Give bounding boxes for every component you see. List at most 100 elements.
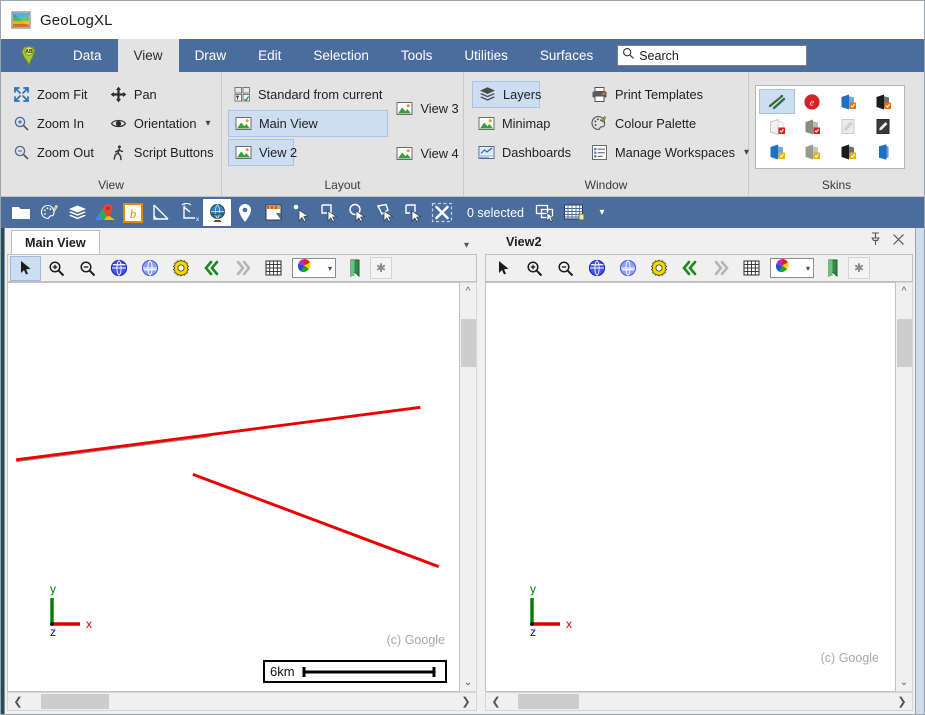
arrow-select-icon[interactable]	[10, 255, 41, 281]
chevron-down-icon[interactable]: ▾	[806, 264, 810, 273]
zoom-out-button[interactable]: Zoom Out	[7, 139, 100, 166]
zoom-out-icon[interactable]	[72, 256, 103, 281]
double-chevron-right-icon[interactable]	[705, 256, 736, 281]
scroll-right-arrow-icon[interactable]: ❯	[892, 695, 912, 708]
layers-button[interactable]: Layers	[472, 81, 541, 108]
tab-selection[interactable]: Selection	[297, 39, 385, 72]
skin-dark-doc-icon[interactable]	[866, 114, 902, 139]
view4-button[interactable]: View 4	[390, 140, 464, 167]
standard-from-current-button[interactable]: Standard from current	[228, 81, 388, 108]
vscroll-track[interactable]	[460, 300, 477, 674]
pane-tab-view2[interactable]: View2	[493, 230, 554, 254]
hscroll-track[interactable]	[506, 693, 892, 710]
clear-selection-icon[interactable]	[427, 199, 457, 226]
grid-icon[interactable]	[258, 256, 289, 281]
legend-icon[interactable]	[259, 199, 287, 226]
hscroll-track[interactable]	[28, 693, 456, 710]
select-rectangle-icon[interactable]	[315, 199, 343, 226]
tab-surfaces[interactable]: Surfaces	[524, 39, 609, 72]
skin-black-yellow-icon[interactable]	[830, 140, 866, 165]
gear-icon[interactable]	[165, 256, 196, 281]
hscroll-thumb[interactable]	[40, 694, 110, 709]
skin-grey-yellow-icon[interactable]	[795, 140, 831, 165]
tab-data[interactable]: Data	[57, 39, 118, 72]
view3-button[interactable]: View 3	[390, 95, 464, 122]
zoom-fit-button[interactable]: Zoom Fit	[7, 81, 100, 108]
select-circle-icon[interactable]	[343, 199, 371, 226]
asterisk-icon[interactable]: ✱	[848, 257, 870, 279]
chevron-down-icon[interactable]: ▾	[206, 118, 211, 129]
zoom-in-icon[interactable]	[41, 256, 72, 281]
double-chevron-right-icon[interactable]	[227, 256, 258, 281]
zoom-out-icon[interactable]	[550, 256, 581, 281]
zoom-in-icon[interactable]	[519, 256, 550, 281]
double-chevron-left-icon[interactable]	[196, 256, 227, 281]
minimap-button[interactable]: Minimap	[472, 110, 577, 137]
axis-rotate-icon[interactable]: z x	[175, 199, 203, 226]
colour-wheel-combo-icon[interactable]: ▾	[770, 258, 814, 278]
arrow-select-icon[interactable]	[488, 256, 519, 281]
asterisk-icon[interactable]: ✱	[370, 257, 392, 279]
main-view-horizontal-scrollbar[interactable]: ❮ ❯	[7, 692, 477, 711]
gear-icon[interactable]	[643, 256, 674, 281]
skin-white-red-icon[interactable]	[759, 114, 795, 139]
skin-blue-yellow-icon[interactable]	[759, 140, 795, 165]
africa-ab-icon[interactable]: AB	[1, 39, 57, 72]
scroll-down-arrow-icon[interactable]: ⌄	[896, 674, 913, 691]
script-buttons-button[interactable]: Script Buttons	[104, 139, 220, 166]
chevron-down-icon[interactable]: ▾	[328, 264, 332, 273]
search-input[interactable]: Search	[617, 45, 808, 66]
scroll-left-arrow-icon[interactable]: ❮	[8, 695, 28, 708]
pan-button[interactable]: Pan	[104, 81, 220, 108]
manage-workspaces-button[interactable]: Manage Workspaces ▾	[585, 139, 755, 166]
scroll-up-arrow-icon[interactable]: ^	[460, 283, 477, 300]
skin-default-icon[interactable]	[759, 89, 795, 115]
select-point-icon[interactable]	[287, 199, 315, 226]
tab-view[interactable]: View	[117, 39, 179, 72]
open-folder-icon[interactable]	[7, 199, 35, 226]
view2-vertical-scrollbar[interactable]: ^ ⌄	[896, 282, 913, 692]
skin-black-orange-icon[interactable]	[866, 89, 902, 114]
zoom-in-button[interactable]: Zoom In	[7, 110, 100, 137]
overflow-chevron-icon[interactable]: ▾	[588, 199, 616, 226]
scroll-left-arrow-icon[interactable]: ❮	[486, 695, 506, 708]
skin-red-icon[interactable]: e	[795, 89, 831, 114]
tab-edit[interactable]: Edit	[242, 39, 297, 72]
measure-angle-icon[interactable]	[147, 199, 175, 226]
copy-selection-icon[interactable]	[532, 199, 560, 226]
colour-palette-button[interactable]: Colour Palette	[585, 110, 755, 137]
chevron-down-icon[interactable]: ▾	[464, 240, 469, 251]
skins-gallery[interactable]: e	[755, 85, 905, 169]
colour-wheel-combo-icon[interactable]: ▾	[292, 258, 336, 278]
view2-horizontal-scrollbar[interactable]: ❮ ❯	[485, 692, 913, 711]
select-crop-icon[interactable]	[399, 199, 427, 226]
orientation-button[interactable]: Orientation ▾	[104, 110, 220, 137]
skin-light-doc-icon[interactable]	[830, 114, 866, 139]
main-view-canvas[interactable]: y x z (c) Google 6km	[7, 282, 460, 692]
bookmark-green-icon[interactable]	[817, 256, 848, 281]
pin-icon[interactable]	[869, 232, 882, 251]
tab-utilities[interactable]: Utilities	[448, 39, 524, 72]
dashboards-button[interactable]: Dashboards	[472, 139, 577, 166]
skin-grey-red-icon[interactable]	[795, 114, 831, 139]
vscroll-thumb[interactable]	[896, 318, 912, 368]
layers-tool-icon[interactable]	[63, 199, 91, 226]
select-polygon-icon[interactable]	[371, 199, 399, 226]
view2-button[interactable]: View 2	[228, 139, 297, 166]
main-view-button[interactable]: Main View	[228, 110, 389, 137]
pane-tab-main-view[interactable]: Main View	[11, 230, 100, 254]
globe-icon[interactable]	[203, 199, 231, 226]
scroll-down-arrow-icon[interactable]: ⌄	[460, 674, 477, 691]
close-icon[interactable]	[892, 233, 905, 251]
bookmark-green-icon[interactable]	[339, 256, 370, 281]
globe-blue-alt-icon[interactable]	[612, 256, 643, 281]
skin-blue-plain-icon[interactable]	[866, 140, 902, 165]
main-view-vertical-scrollbar[interactable]: ^ ⌄	[460, 282, 477, 692]
scroll-up-arrow-icon[interactable]: ^	[896, 283, 913, 300]
view2-canvas[interactable]: y x z (c) Google	[485, 282, 896, 692]
table-grid-icon[interactable]	[560, 199, 588, 226]
scroll-right-arrow-icon[interactable]: ❯	[456, 695, 476, 708]
tab-draw[interactable]: Draw	[179, 39, 243, 72]
globe-blue-icon[interactable]	[103, 256, 134, 281]
map-marker-icon[interactable]	[231, 199, 259, 226]
